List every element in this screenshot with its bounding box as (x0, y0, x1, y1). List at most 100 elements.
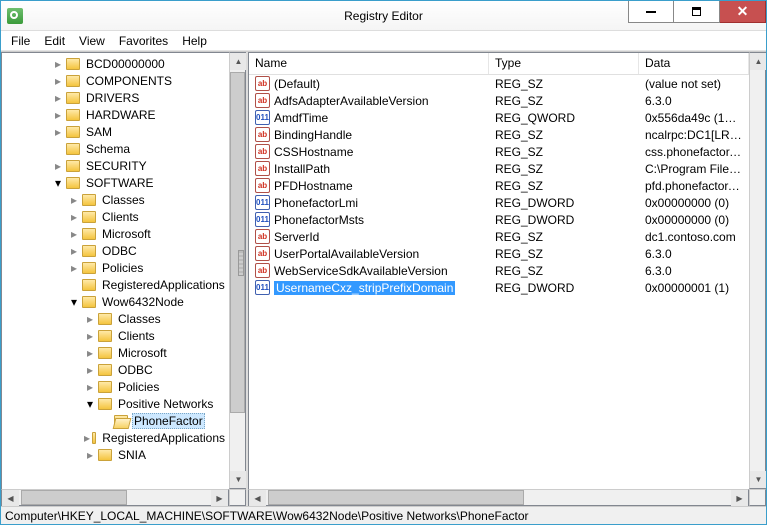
scroll-up-button[interactable]: ▲ (750, 53, 766, 70)
tree-item[interactable]: ▸Classes (4, 310, 227, 327)
list-row[interactable]: 011PhonefactorMstsREG_DWORD0x00000000 (0… (249, 211, 749, 228)
values-list[interactable]: ab(Default)REG_SZ(value not set)abAdfsAd… (249, 75, 749, 296)
tree-item[interactable]: ▾SOFTWARE (4, 174, 227, 191)
maximize-button[interactable] (674, 1, 720, 23)
scroll-left-button[interactable]: ◀ (2, 490, 19, 506)
tree-item[interactable]: ▸BCD00000000 (4, 55, 227, 72)
menu-file[interactable]: File (5, 32, 36, 50)
tree-item[interactable]: ▸RegisteredApplications (4, 429, 227, 446)
minimize-button[interactable] (628, 1, 674, 23)
list-horizontal-scrollbar[interactable]: ◀ ▶ (248, 489, 749, 506)
tree-item[interactable]: ▸HARDWARE (4, 106, 227, 123)
value-data: C:\Program Files\Multi-Fa (639, 162, 749, 176)
scroll-left-button[interactable]: ◀ (249, 490, 266, 506)
expand-icon[interactable]: ▸ (84, 330, 96, 342)
registry-tree[interactable]: ▸BCD00000000▸COMPONENTS▸DRIVERS▸HARDWARE… (2, 53, 229, 475)
list-row[interactable]: abCSSHostnameREG_SZcss.phonefactor.net (249, 143, 749, 160)
tree-item[interactable]: ▸ODBC (4, 242, 227, 259)
tree-item[interactable]: ▸SNIA (4, 446, 227, 463)
string-value-icon: ab (255, 144, 270, 159)
tree-item[interactable]: ▸ DRIVERS (4, 89, 227, 106)
close-button[interactable]: ✕ (720, 1, 766, 23)
column-header-name[interactable]: Name (249, 53, 489, 74)
tree-item[interactable]: ▸Clients (4, 327, 227, 344)
tree-item[interactable]: ▾Positive Networks (4, 395, 227, 412)
list-row[interactable]: ab(Default)REG_SZ(value not set) (249, 75, 749, 92)
expand-icon[interactable]: ▸ (84, 347, 96, 359)
expand-icon[interactable]: ▸ (52, 92, 64, 104)
expand-icon[interactable]: ▸ (68, 194, 80, 206)
list-row[interactable]: abPFDHostnameREG_SZpfd.phonefactor.net (249, 177, 749, 194)
value-type: REG_SZ (489, 162, 639, 176)
menu-help[interactable]: Help (176, 32, 213, 50)
folder-icon (82, 194, 96, 206)
tree-item[interactable]: ▸Microsoft (4, 344, 227, 361)
column-header-type[interactable]: Type (489, 53, 639, 74)
list-vertical-scrollbar[interactable]: ▲ ▼ (749, 52, 766, 489)
list-row[interactable]: abServerIdREG_SZdc1.contoso.com (249, 228, 749, 245)
list-row[interactable]: abInstallPathREG_SZC:\Program Files\Mult… (249, 160, 749, 177)
scroll-right-button[interactable]: ▶ (211, 490, 228, 506)
tree-item[interactable]: ▸COMPONENTS (4, 72, 227, 89)
tree-item[interactable]: ▸Microsoft (4, 225, 227, 242)
value-type: REG_SZ (489, 230, 639, 244)
scroll-corner (749, 489, 766, 506)
expand-icon[interactable]: ▸ (84, 432, 90, 444)
list-row[interactable]: abWebServiceSdkAvailableVersionREG_SZ6.3… (249, 262, 749, 279)
expand-icon[interactable]: ▸ (68, 211, 80, 223)
expand-icon[interactable]: ▸ (52, 58, 64, 70)
string-value-icon: ab (255, 76, 270, 91)
expand-icon[interactable]: ▸ (52, 126, 64, 138)
tree-item[interactable]: PhoneFactor (4, 412, 227, 429)
folder-icon (82, 279, 96, 291)
list-row[interactable]: 011UsernameCxz_stripPrefixDomainREG_DWOR… (249, 279, 749, 296)
tree-item[interactable]: ▸Policies (4, 259, 227, 276)
expand-icon[interactable]: ▸ (84, 381, 96, 393)
list-row[interactable]: abAdfsAdapterAvailableVersionREG_SZ6.3.0 (249, 92, 749, 109)
expand-icon[interactable]: ▸ (84, 449, 96, 461)
expand-icon[interactable]: ▸ (68, 245, 80, 257)
menu-view[interactable]: View (73, 32, 111, 50)
scroll-right-button[interactable]: ▶ (731, 490, 748, 506)
list-row[interactable]: 011PhonefactorLmiREG_DWORD0x00000000 (0) (249, 194, 749, 211)
tree-item[interactable]: ▸Clients (4, 208, 227, 225)
tree-horizontal-scrollbar[interactable]: ◀ ▶ (1, 489, 229, 506)
splitter-grip[interactable] (238, 250, 244, 276)
collapse-icon[interactable]: ▾ (68, 296, 80, 308)
scroll-up-button[interactable]: ▲ (230, 53, 247, 70)
menu-edit[interactable]: Edit (38, 32, 71, 50)
expand-icon[interactable]: ▸ (84, 364, 96, 376)
expand-icon[interactable]: ▸ (52, 109, 64, 121)
expand-icon[interactable]: ▸ (68, 228, 80, 240)
collapse-icon[interactable]: ▾ (52, 177, 64, 189)
tree-item[interactable]: ▸ODBC (4, 361, 227, 378)
list-row[interactable]: abUserPortalAvailableVersionREG_SZ6.3.0 (249, 245, 749, 262)
menu-favorites[interactable]: Favorites (113, 32, 174, 50)
tree-item[interactable]: RegisteredApplications (4, 276, 227, 293)
expand-icon[interactable]: ▸ (52, 160, 64, 172)
tree-item[interactable]: ▸SAM (4, 123, 227, 140)
tree-item[interactable]: Schema (4, 140, 227, 157)
expand-icon[interactable]: ▸ (52, 75, 64, 87)
column-header-data[interactable]: Data (639, 53, 749, 74)
tree-item-label: DRIVERS (84, 91, 141, 105)
tree-item[interactable]: ▸Classes (4, 191, 227, 208)
tree-item-label: Schema (84, 142, 132, 156)
value-type: REG_QWORD (489, 111, 639, 125)
list-row[interactable]: abBindingHandleREG_SZncalrpc:DC1[LRPC-85… (249, 126, 749, 143)
list-row[interactable]: 011AmdfTimeREG_QWORD0x556da49c (14332489… (249, 109, 749, 126)
tree-item[interactable]: ▾ Wow6432Node (4, 293, 227, 310)
scroll-down-button[interactable]: ▼ (750, 471, 766, 488)
tree-item-label: Wow6432Node (100, 295, 186, 309)
value-data: 0x00000001 (1) (639, 281, 749, 295)
folder-icon (98, 313, 112, 325)
expand-icon[interactable]: ▸ (68, 262, 80, 274)
value-data: 6.3.0 (639, 94, 749, 108)
value-name: BindingHandle (274, 128, 352, 142)
tree-item[interactable]: ▸SECURITY (4, 157, 227, 174)
tree-item[interactable]: ▸Policies (4, 378, 227, 395)
expand-icon[interactable]: ▸ (84, 313, 96, 325)
scroll-down-button[interactable]: ▼ (230, 471, 247, 488)
folder-icon (82, 296, 96, 308)
collapse-icon[interactable]: ▾ (84, 398, 96, 410)
